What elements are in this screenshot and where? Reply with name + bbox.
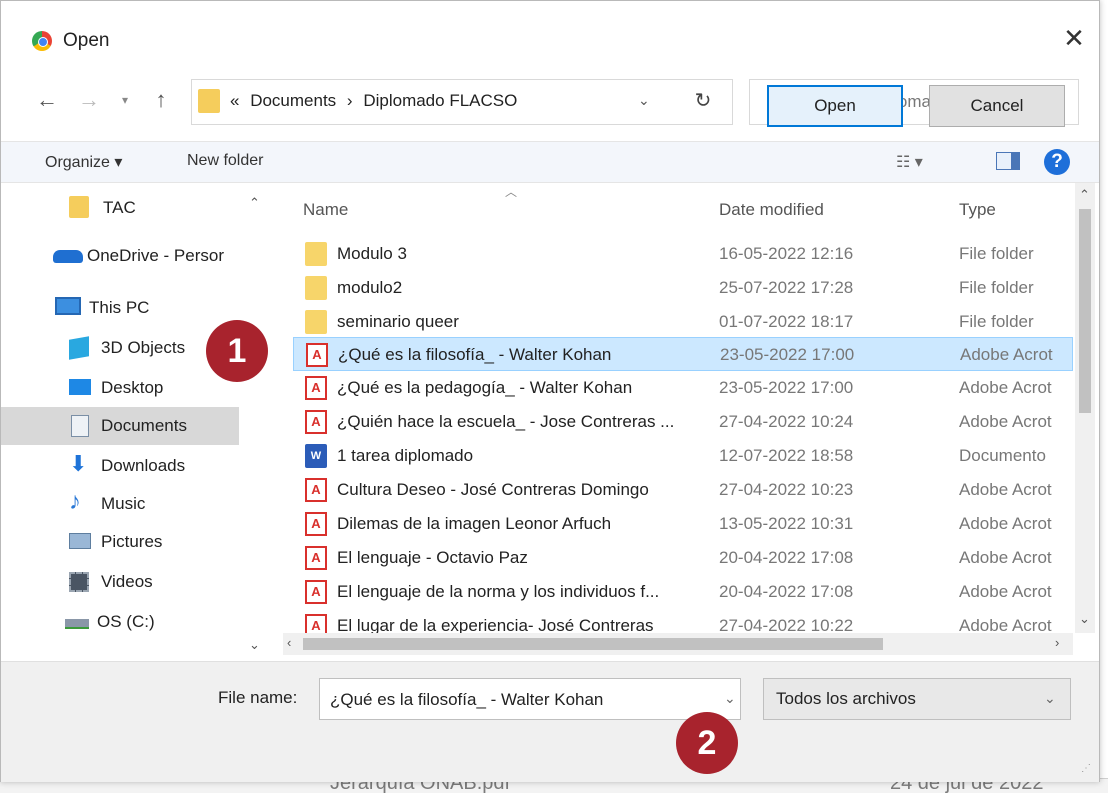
sidebar-item-downloads[interactable]: ⬇ Downloads (1, 447, 239, 485)
vertical-scrollbar[interactable]: ⌃ ⌄ (1075, 183, 1095, 633)
chevron-down-icon[interactable]: ⌄ (638, 92, 650, 109)
column-header-name[interactable]: Name (303, 200, 348, 220)
forward-arrow-icon[interactable]: → (77, 87, 101, 113)
folder-icon (305, 242, 327, 266)
bottom-panel: File name: ⌄ Todos los archivos ⌄ (1, 661, 1099, 782)
file-row-selected[interactable]: A ¿Qué es la filosofía_ - Walter Kohan 2… (293, 337, 1073, 371)
file-row[interactable]: W 1 tarea diplomado 12-07-2022 18:58 Doc… (293, 439, 1073, 473)
sidebar-item-tac[interactable]: TAC (1, 189, 239, 227)
cloud-icon (53, 250, 83, 263)
sidebar-scroll-down-icon[interactable]: ⌄ (249, 637, 260, 653)
pdf-icon: A (305, 512, 327, 536)
file-name-input[interactable] (328, 687, 712, 713)
pdf-icon: A (306, 343, 328, 367)
file-row[interactable]: modulo2 25-07-2022 17:28 File folder (293, 271, 1073, 305)
file-row[interactable]: A Dilemas de la imagen Leonor Arfuch 13-… (293, 507, 1073, 541)
picture-icon (69, 533, 91, 549)
pdf-icon: A (305, 546, 327, 570)
file-type-filter-value: Todos los archivos (776, 689, 916, 708)
column-header-date-modified[interactable]: Date modified (719, 200, 824, 220)
scroll-down-icon[interactable]: ⌄ (1079, 611, 1090, 627)
view-options-icon[interactable]: ☷ ▾ (896, 152, 923, 172)
annotation-badge-1: 1 (206, 320, 268, 382)
breadcrumb-diplomado-flacso[interactable]: Diplomado FLACSO (363, 91, 517, 110)
file-row[interactable]: A El lugar de la experiencia- José Contr… (293, 609, 1073, 633)
pdf-icon: A (305, 376, 327, 400)
music-icon: ♪ (69, 488, 81, 515)
download-icon: ⬇ (69, 451, 88, 476)
video-icon (69, 572, 89, 592)
close-icon[interactable]: ✕ (1059, 23, 1089, 53)
file-row[interactable]: A ¿Qué es la pedagogía_ - Walter Kohan 2… (293, 371, 1073, 405)
file-row[interactable]: A El lenguaje de la norma y los individu… (293, 575, 1073, 609)
horizontal-scroll-thumb[interactable] (303, 638, 883, 650)
sidebar-item-3d-objects[interactable]: 3D Objects (1, 329, 239, 367)
file-row[interactable]: A El lenguaje - Octavio Paz 20-04-2022 1… (293, 541, 1073, 575)
computer-icon (55, 297, 81, 315)
sidebar-item-documents[interactable]: Documents (1, 407, 239, 445)
annotation-badge-2: 2 (676, 712, 738, 774)
command-bar: Organize ▾ New folder ☷ ▾ ? (1, 141, 1099, 183)
horizontal-scrollbar[interactable]: ‹ › (283, 633, 1073, 655)
recent-locations-chevron-icon[interactable]: ▾ (113, 87, 137, 113)
pdf-icon: A (305, 614, 327, 633)
scroll-right-icon[interactable]: › (1055, 635, 1059, 650)
sidebar-item-videos[interactable]: Videos (1, 563, 239, 601)
scroll-left-icon[interactable]: ‹ (287, 635, 291, 650)
back-arrow-icon[interactable]: ← (35, 87, 59, 113)
preview-pane-icon[interactable] (996, 152, 1020, 170)
navigation-pane[interactable]: TAC OneDrive - Persor This PC 3D Objects… (1, 183, 266, 661)
up-arrow-icon[interactable]: ↑ (149, 87, 173, 113)
cube-icon (69, 336, 89, 360)
pdf-icon: A (305, 410, 327, 434)
chrome-icon (32, 31, 52, 51)
help-icon[interactable]: ? (1044, 149, 1070, 175)
sidebar-item-music[interactable]: ♪ Music (1, 485, 239, 523)
sidebar-item-pictures[interactable]: Pictures (1, 523, 239, 561)
scroll-up-icon[interactable]: ⌃ (1079, 187, 1090, 203)
refresh-icon[interactable]: ↻ (681, 79, 725, 123)
pdf-icon: A (305, 478, 327, 502)
breadcrumb-separator[interactable]: › (347, 91, 353, 110)
drive-icon (65, 619, 89, 629)
file-list[interactable]: ︿ Name Date modified Type Modulo 3 16-05… (283, 183, 1073, 661)
title-bar: Open ✕ (1, 1, 1099, 67)
sidebar-item-os-c[interactable]: OS (C:) (1, 603, 239, 641)
address-bar[interactable]: « Documents › Diplomado FLACSO ⌄ (191, 79, 733, 125)
organize-button[interactable]: Organize ▾ (45, 152, 122, 172)
folder-icon (69, 196, 89, 218)
open-button[interactable]: Open (767, 85, 903, 127)
new-folder-button[interactable]: New folder (187, 152, 263, 170)
vertical-scroll-thumb[interactable] (1079, 209, 1091, 413)
folder-icon (305, 276, 327, 300)
resize-grip-icon[interactable]: ⋰ (1081, 763, 1091, 774)
folder-icon (305, 310, 327, 334)
file-name-label: File name: (218, 688, 298, 707)
sidebar-item-this-pc[interactable]: This PC (1, 289, 239, 327)
file-row[interactable]: A Cultura Deseo - José Contreras Domingo… (293, 473, 1073, 507)
chevron-down-icon: ⌄ (1044, 690, 1056, 706)
column-header-type[interactable]: Type (959, 200, 996, 220)
breadcrumb-overflow[interactable]: « (230, 91, 239, 110)
sidebar-item-onedrive[interactable]: OneDrive - Persor (1, 237, 239, 275)
file-row[interactable]: seminario queer 01-07-2022 18:17 File fo… (293, 305, 1073, 339)
sidebar-scroll-up-icon[interactable]: ⌃ (249, 195, 260, 211)
file-type-filter[interactable]: Todos los archivos ⌄ (763, 678, 1071, 720)
open-dialog: Open ✕ ← → ▾ ↑ « Documents › Diplomado F… (0, 0, 1100, 782)
file-row[interactable]: Modulo 3 16-05-2022 12:16 File folder (293, 237, 1073, 271)
breadcrumb: « Documents › Diplomado FLACSO (230, 91, 523, 111)
sort-ascending-icon: ︿ (505, 185, 518, 199)
document-icon (71, 415, 89, 437)
pdf-icon: A (305, 580, 327, 604)
sidebar-item-desktop[interactable]: Desktop (1, 369, 239, 407)
folder-icon (198, 89, 220, 113)
dialog-title: Open (63, 30, 110, 51)
cancel-button[interactable]: Cancel (929, 85, 1065, 127)
chevron-down-icon[interactable]: ⌄ (724, 690, 736, 707)
desktop-icon (69, 379, 91, 395)
word-document-icon: W (305, 444, 327, 468)
file-row[interactable]: A ¿Quién hace la escuela_ - Jose Contrer… (293, 405, 1073, 439)
breadcrumb-documents[interactable]: Documents (250, 91, 336, 110)
file-name-combobox[interactable]: ⌄ (319, 678, 741, 720)
